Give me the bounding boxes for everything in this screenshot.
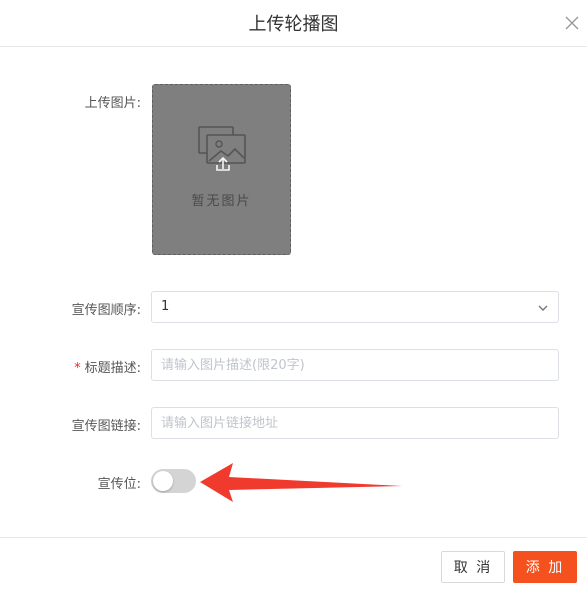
position-label: 宣传位:: [97, 477, 141, 492]
order-select-value: 1: [161, 299, 170, 314]
chevron-down-icon: [538, 305, 548, 311]
title-desc-label: * 标题描述:: [11, 357, 141, 376]
upload-carousel-dialog: 上传轮播图 上传图片: 暂无图片 宣传图顺序: 1 *标题描述: 宣传图链接: …: [0, 0, 587, 592]
link-input[interactable]: [151, 407, 559, 439]
title-desc-input[interactable]: [151, 349, 559, 381]
toggle-knob: [153, 471, 173, 491]
title-desc-label-text: 标题描述:: [84, 361, 141, 376]
red-arrow-annotation: [200, 463, 402, 502]
dialog-title: 上传轮播图: [248, 14, 339, 35]
image-upload-icon: [198, 126, 246, 171]
upload-label: 上传图片:: [84, 96, 141, 111]
cancel-button[interactable]: 取 消: [441, 551, 505, 583]
image-upload-area[interactable]: 暂无图片: [152, 84, 291, 255]
position-toggle[interactable]: [151, 469, 196, 493]
required-mark: *: [74, 361, 81, 376]
no-image-text: 暂无图片: [191, 194, 252, 209]
dialog-header: 上传轮播图: [0, 0, 587, 47]
link-label: 宣传图链接:: [71, 419, 141, 434]
close-icon[interactable]: [563, 14, 581, 32]
order-select[interactable]: 1: [151, 291, 559, 323]
add-button[interactable]: 添 加: [513, 551, 577, 583]
order-label: 宣传图顺序:: [71, 303, 141, 318]
